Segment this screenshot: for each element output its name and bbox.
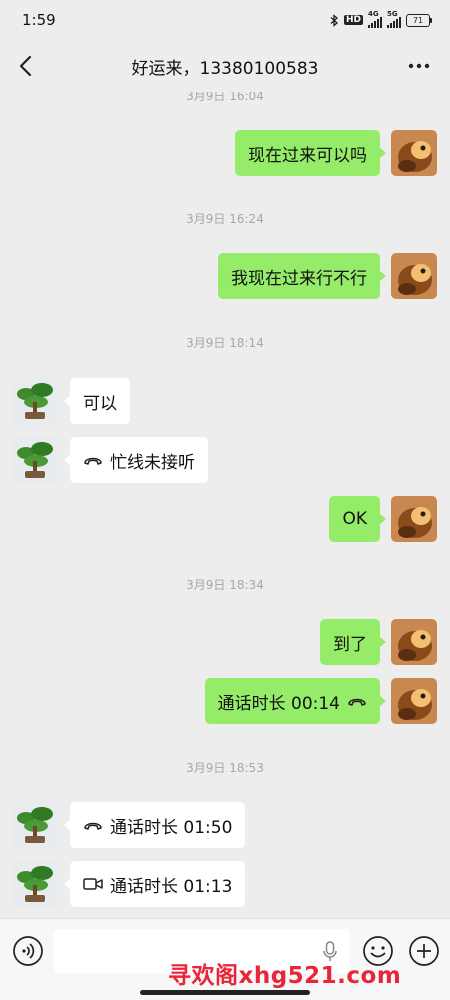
status-bar: 1:59 HD 4G 5G 71	[0, 0, 450, 40]
timestamp: 3月9日 18:14	[186, 336, 264, 350]
phone-hangup-icon	[84, 457, 102, 465]
timestamp: 3月9日 18:34	[186, 578, 264, 592]
signal-icon-4g: 4G	[368, 10, 382, 28]
timestamp: 3月9日 16:04	[186, 92, 264, 103]
contact-avatar[interactable]	[12, 437, 58, 483]
battery-icon: 71	[406, 13, 432, 27]
watermark: 寻欢阁xhg521.com	[168, 963, 402, 989]
chat-header: 好运来，13380100583	[0, 40, 450, 92]
more-options-icon[interactable]	[406, 54, 432, 78]
timestamp: 3月9日 18:53	[186, 761, 264, 775]
contact-avatar[interactable]	[12, 861, 58, 907]
call-record-bubble[interactable]: 忙线未接听	[64, 437, 208, 483]
message-text: 到了	[333, 634, 367, 655]
bluetooth-icon	[330, 13, 338, 27]
my-avatar[interactable]	[391, 253, 437, 299]
message-bubble-outgoing[interactable]: 现在过来可以吗	[235, 130, 386, 176]
message-text: OK	[342, 509, 367, 529]
video-camera-icon	[83, 878, 103, 890]
status-icons: HD 4G 5G 71	[330, 10, 432, 28]
plus-icon[interactable]	[408, 935, 440, 967]
message-text: 现在过来可以吗	[248, 145, 367, 166]
signal-icon-5g: 5G	[387, 10, 401, 28]
message-text: 通话时长 01:50	[110, 817, 233, 838]
status-time: 1:59	[22, 11, 56, 29]
my-avatar[interactable]	[391, 130, 437, 176]
phone-hangup-icon	[348, 698, 366, 706]
hd-badge: HD	[343, 15, 363, 25]
my-avatar[interactable]	[391, 496, 437, 542]
message-bubble-outgoing[interactable]: 到了	[320, 619, 386, 665]
message-bubble-outgoing[interactable]: 我现在过来行不行	[218, 253, 386, 299]
home-indicator[interactable]	[140, 990, 310, 995]
my-avatar[interactable]	[391, 678, 437, 724]
message-list[interactable]: 3月9日 16:04 现在过来可以吗 3月9日 16:24 我现在过来行不行 3…	[0, 92, 450, 918]
contact-avatar[interactable]	[12, 378, 58, 424]
message-text: 忙线未接听	[110, 452, 195, 473]
contact-avatar[interactable]	[12, 802, 58, 848]
message-bubble-outgoing[interactable]: OK	[329, 496, 386, 542]
message-text: 通话时长 00:14	[217, 693, 340, 714]
message-text: 我现在过来行不行	[231, 268, 367, 289]
voice-input-icon[interactable]	[12, 935, 44, 967]
call-record-bubble[interactable]: 通话时长 00:14	[204, 678, 387, 724]
message-bubble-incoming[interactable]: 可以	[64, 378, 130, 424]
video-call-record-bubble[interactable]: 通话时长 01:13	[63, 861, 246, 907]
timestamp: 3月9日 16:24	[186, 212, 264, 226]
phone-hangup-icon	[84, 822, 102, 830]
my-avatar[interactable]	[391, 619, 437, 665]
message-text: 通话时长 01:13	[110, 876, 233, 897]
message-text: 可以	[83, 393, 117, 414]
back-arrow-icon[interactable]	[14, 52, 38, 80]
call-record-bubble[interactable]: 通话时长 01:50	[63, 802, 246, 848]
chat-title: 好运来，13380100583	[131, 58, 319, 79]
